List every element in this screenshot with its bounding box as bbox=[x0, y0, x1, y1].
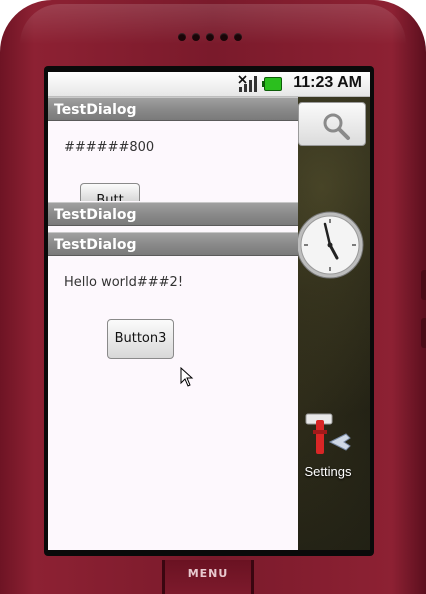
signal-off-icon bbox=[238, 75, 257, 92]
screen: Settings TestDialog ######800 Butt TestD… bbox=[48, 72, 370, 550]
dialog-stack: TestDialog ######800 Butt TestDialog Tes… bbox=[48, 97, 298, 550]
settings-label: Settings bbox=[304, 464, 352, 479]
speaker-hole bbox=[192, 33, 200, 41]
settings-shortcut[interactable]: Settings bbox=[298, 412, 358, 488]
settings-icon bbox=[305, 413, 351, 454]
volume-down-button[interactable] bbox=[421, 318, 426, 348]
earpiece-speaker bbox=[178, 33, 242, 41]
speaker-hole bbox=[220, 33, 228, 41]
dialog1-title-bar: TestDialog bbox=[48, 97, 298, 121]
mouse-pointer-icon bbox=[180, 367, 194, 387]
menu-label: MENU bbox=[187, 567, 229, 580]
dialog3-title-bar: TestDialog bbox=[48, 232, 298, 256]
search-icon bbox=[323, 113, 350, 140]
speaker-hole bbox=[206, 33, 214, 41]
speaker-hole bbox=[178, 33, 186, 41]
phone-device-frame: Settings TestDialog ######800 Butt TestD… bbox=[0, 0, 426, 594]
volume-up-button[interactable] bbox=[421, 270, 426, 300]
menu-button[interactable]: MENU bbox=[162, 560, 254, 594]
search-widget[interactable] bbox=[298, 102, 366, 146]
status-bar: 11:23 AM bbox=[48, 72, 370, 97]
dialog1-button[interactable]: Butt bbox=[80, 183, 140, 201]
status-time: 11:23 AM bbox=[293, 74, 362, 91]
battery-icon bbox=[262, 77, 282, 91]
dialog1-message: ######800 bbox=[64, 140, 155, 155]
button3[interactable]: Button3 bbox=[107, 319, 174, 359]
speaker-hole bbox=[234, 33, 242, 41]
dialog2-title-bar: TestDialog bbox=[48, 202, 298, 226]
dialog3-message: Hello world###2! bbox=[64, 275, 184, 290]
analog-clock-icon[interactable] bbox=[296, 210, 364, 280]
